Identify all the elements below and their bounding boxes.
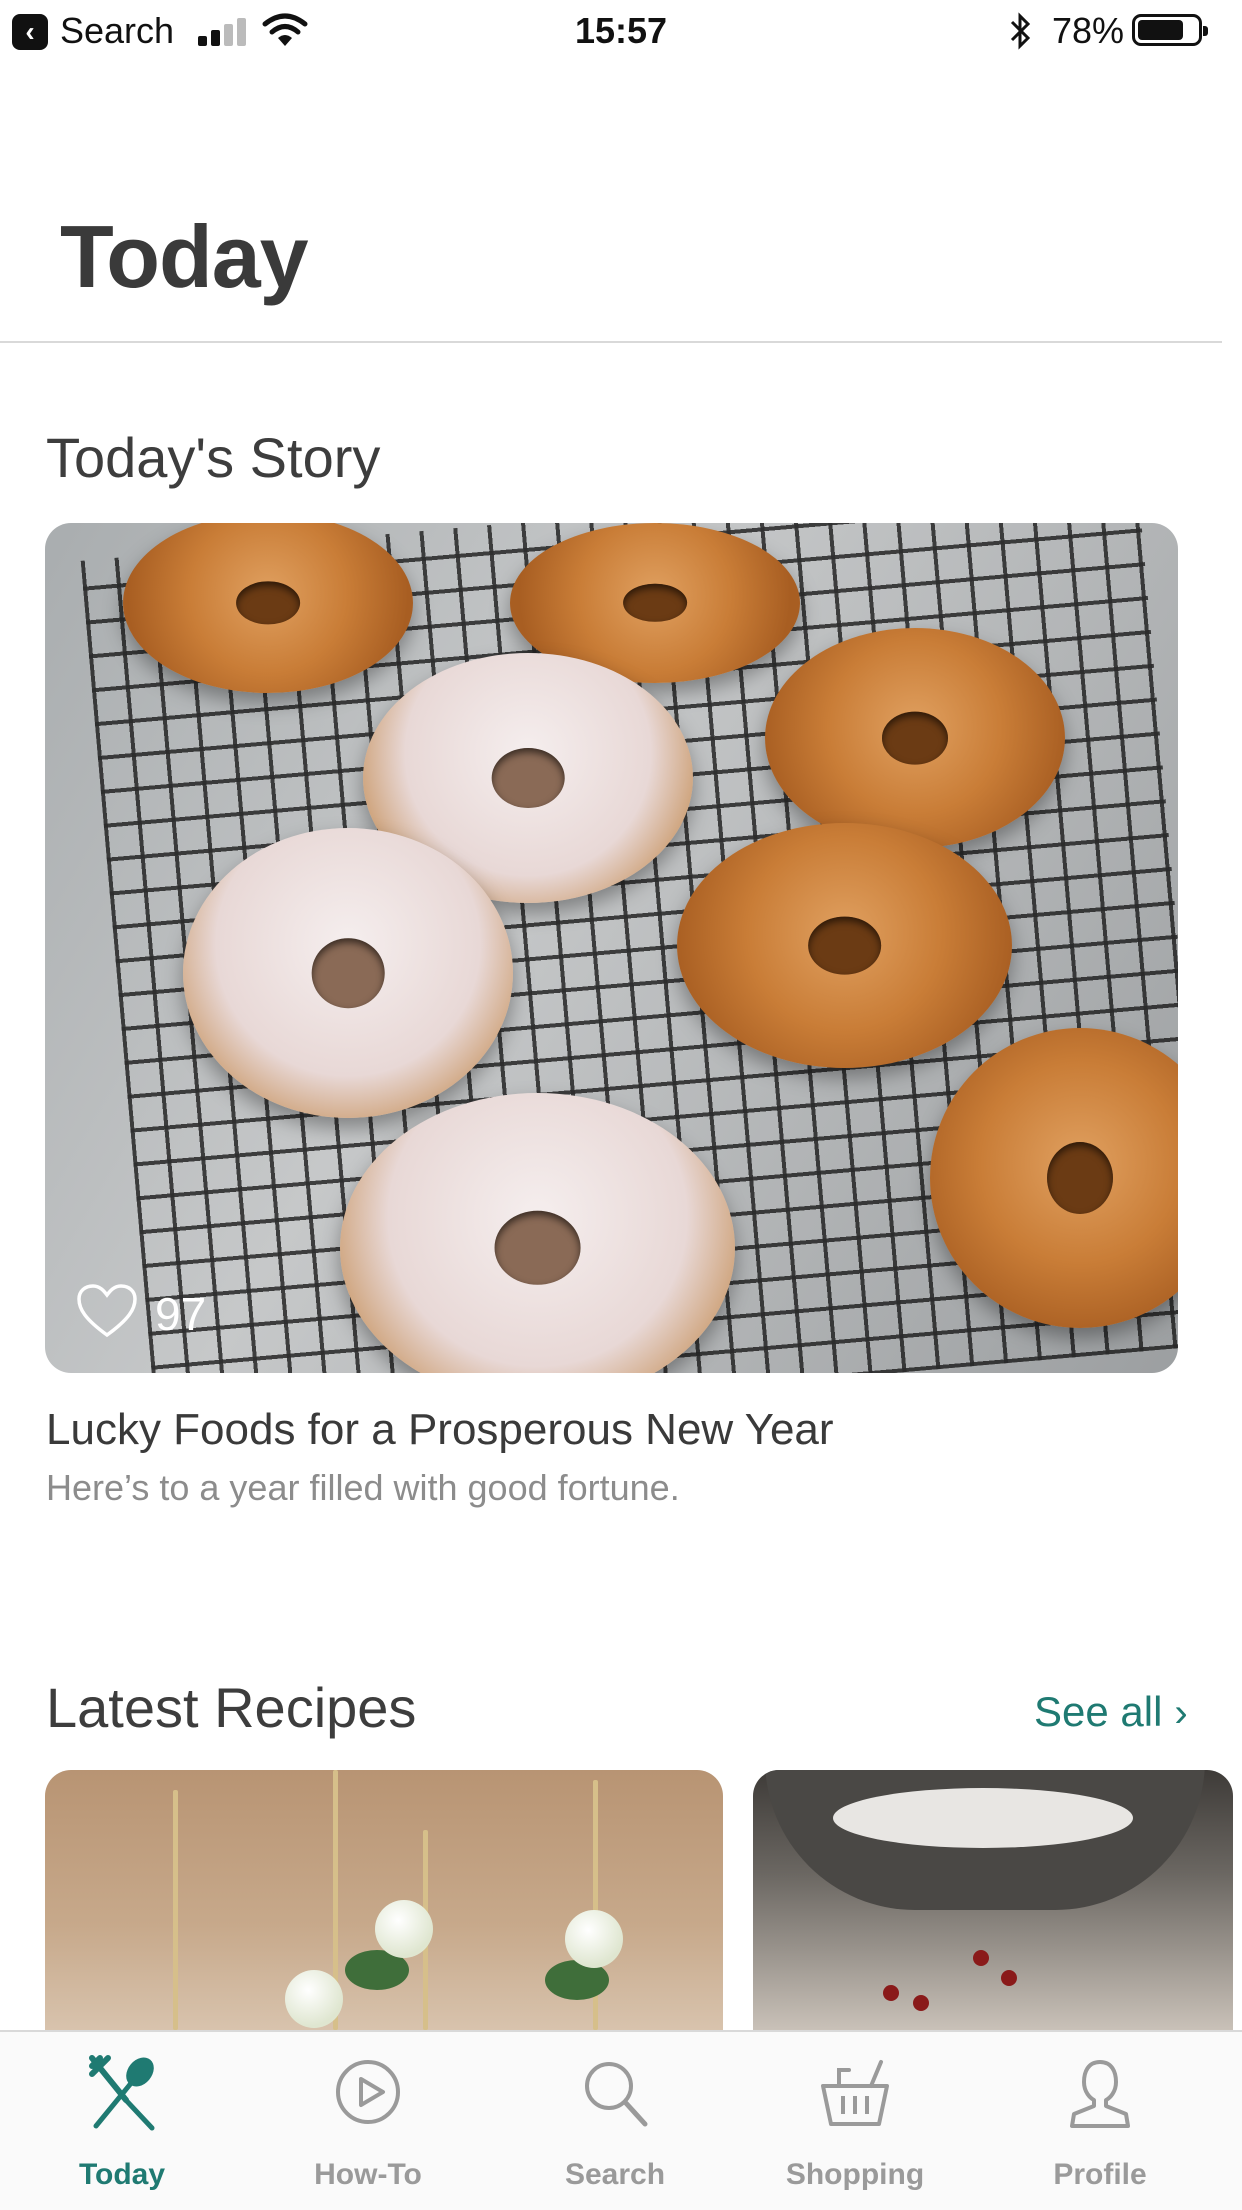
- berry: [1001, 1970, 1017, 1986]
- person-icon: [1070, 2060, 1130, 2128]
- berry: [973, 1950, 989, 1966]
- tab-today[interactable]: Today: [12, 2032, 232, 2210]
- recipe-card[interactable]: [45, 1770, 723, 2030]
- play-icon: [336, 2060, 400, 2124]
- fork-spoon-icon: [89, 2055, 155, 2131]
- powdered-sugar: [833, 1788, 1133, 1848]
- berry: [913, 1995, 929, 2011]
- tab-search-label: Search: [564, 2158, 666, 2191]
- chevron-right-icon: ›: [1174, 1691, 1188, 1735]
- story-subtitle: Here’s to a year filled with good fortun…: [46, 1467, 680, 1508]
- see-all-link[interactable]: See all ›: [1034, 1688, 1188, 1736]
- mozzarella-ball: [285, 1970, 343, 2028]
- latest-recipes-heading: Latest Recipes: [46, 1676, 417, 1739]
- story-image[interactable]: 97: [45, 523, 1178, 1373]
- basket-icon: [821, 2060, 889, 2126]
- tab-shopping[interactable]: Shopping: [745, 2032, 965, 2210]
- mozzarella-ball: [565, 1910, 623, 1968]
- battery-icon: [1132, 14, 1208, 46]
- story-title[interactable]: Lucky Foods for a Prosperous New Year: [46, 1405, 834, 1455]
- donut: [183, 828, 513, 1118]
- berry: [883, 1985, 899, 2001]
- see-all-label: See all: [1034, 1688, 1163, 1735]
- title-divider: [0, 341, 1222, 343]
- tab-shopping-label: Shopping: [785, 2158, 925, 2191]
- tab-bar: Today How-To Search Shopping Profile: [0, 2030, 1242, 2210]
- page-title: Today: [60, 207, 309, 306]
- like-count: 97: [155, 1288, 207, 1340]
- tab-profile-label: Profile: [1053, 2158, 1147, 2191]
- battery-percent: 78%: [1052, 10, 1125, 51]
- tab-how-to[interactable]: How-To: [258, 2032, 478, 2210]
- recipe-card[interactable]: [753, 1770, 1233, 2030]
- donut: [677, 823, 1012, 1068]
- tab-today-label: Today: [78, 2158, 166, 2191]
- tab-profile[interactable]: Profile: [990, 2032, 1210, 2210]
- donut: [765, 628, 1065, 848]
- search-icon: [585, 2062, 648, 2127]
- skewer: [173, 1790, 178, 2030]
- bluetooth-icon: [1010, 12, 1031, 50]
- status-bar: ‹ Search 15:57 78%: [0, 0, 1242, 62]
- todays-story-heading: Today's Story: [46, 426, 381, 489]
- tab-search[interactable]: Search: [505, 2032, 725, 2210]
- heart-icon[interactable]: [75, 1283, 139, 1339]
- mozzarella-ball: [375, 1900, 433, 1958]
- tab-how-to-label: How-To: [314, 2158, 422, 2191]
